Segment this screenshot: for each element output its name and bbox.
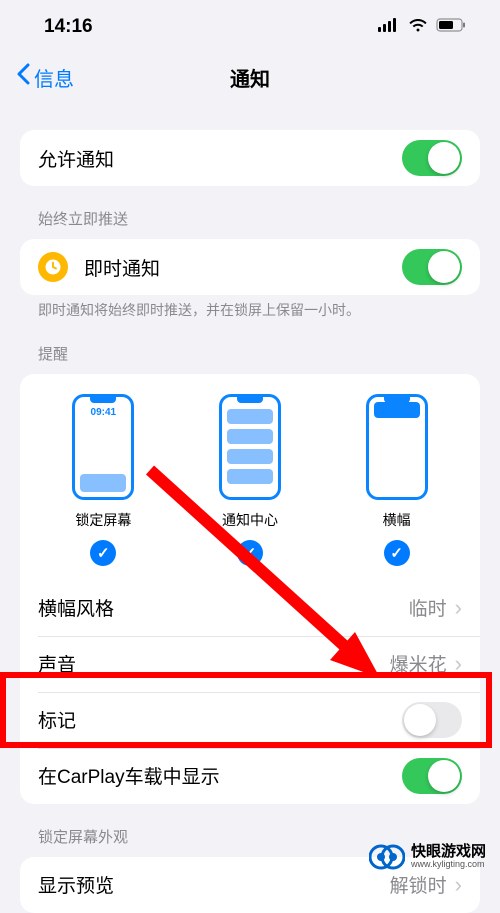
allow-toggle[interactable] — [402, 140, 462, 176]
immediate-row[interactable]: 即时通知 — [20, 239, 480, 295]
banner-style-row[interactable]: 横幅风格 临时 › — [20, 580, 480, 636]
carplay-label: 在CarPlay车载中显示 — [38, 762, 402, 789]
battery-icon — [436, 16, 466, 38]
immediate-toggle[interactable] — [402, 249, 462, 285]
carplay-row[interactable]: 在CarPlay车载中显示 — [20, 748, 480, 804]
badges-label: 标记 — [38, 706, 402, 733]
clock-icon — [38, 252, 68, 282]
cellular-icon — [378, 16, 400, 38]
chevron-left-icon — [16, 63, 30, 91]
alert-opt-label: 横幅 — [383, 510, 411, 530]
chevron-right-icon: › — [455, 872, 462, 898]
show-preview-value: 解锁时 — [390, 871, 447, 898]
sound-label: 声音 — [38, 650, 390, 677]
alerts-header: 提醒 — [20, 343, 480, 364]
watermark-logo-icon — [369, 843, 405, 871]
watermark-url: www.kyligting.com — [411, 860, 486, 870]
alert-option-notification-center[interactable]: 通知中心 ✓ — [219, 394, 281, 566]
allow-label: 允许通知 — [38, 145, 402, 172]
status-time: 14:16 — [44, 16, 93, 38]
status-bar: 14:16 — [0, 0, 500, 54]
show-preview-label: 显示预览 — [38, 871, 390, 898]
watermark: 快眼游戏网 www.kyligting.com — [369, 843, 486, 871]
banner-preview-icon — [366, 394, 428, 500]
sound-value: 爆米花 — [390, 650, 447, 677]
checkmark-icon: ✓ — [237, 540, 263, 566]
checkmark-icon: ✓ — [90, 540, 116, 566]
alert-opt-label: 锁定屏幕 — [75, 510, 131, 530]
banner-style-value: 临时 — [409, 594, 447, 621]
status-indicators — [378, 16, 466, 38]
alert-opt-label: 通知中心 — [222, 510, 278, 530]
back-button[interactable]: 信息 — [16, 63, 74, 92]
lockscreen-preview-icon: 09:41 — [72, 394, 134, 500]
navigation-bar: 信息 通知 — [0, 54, 500, 100]
page-title: 通知 — [230, 63, 270, 92]
sound-row[interactable]: 声音 爆米花 › — [20, 636, 480, 692]
alert-option-banner[interactable]: 横幅 ✓ — [366, 394, 428, 566]
immediate-header: 始终立即推送 — [20, 208, 480, 229]
alert-style-picker: 09:41 锁定屏幕 ✓ 通知中心 ✓ — [20, 374, 480, 580]
wifi-icon — [408, 16, 428, 38]
carplay-toggle[interactable] — [402, 758, 462, 794]
allow-group: 允许通知 — [20, 130, 480, 186]
watermark-name: 快眼游戏网 — [411, 844, 486, 861]
alert-option-lockscreen[interactable]: 09:41 锁定屏幕 ✓ — [72, 394, 134, 566]
notification-center-preview-icon — [219, 394, 281, 500]
chevron-right-icon: › — [455, 651, 462, 677]
chevron-right-icon: › — [455, 595, 462, 621]
badges-toggle[interactable] — [402, 702, 462, 738]
immediate-label: 即时通知 — [84, 254, 402, 281]
banner-style-label: 横幅风格 — [38, 594, 409, 621]
checkmark-icon: ✓ — [384, 540, 410, 566]
immediate-footer: 即时通知将始终即时推送，并在锁屏上保留一小时。 — [20, 295, 480, 321]
allow-notifications-row[interactable]: 允许通知 — [20, 130, 480, 186]
back-label: 信息 — [34, 63, 74, 92]
badges-row[interactable]: 标记 — [20, 692, 480, 748]
